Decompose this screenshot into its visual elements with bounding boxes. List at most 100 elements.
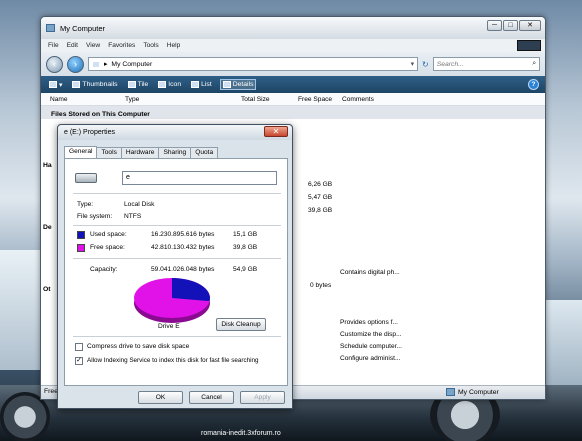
dialog-title: e (E:) Properties — [64, 129, 115, 136]
col-free-space[interactable]: Free Space — [298, 96, 332, 103]
view-thumbnails-label: Thumbnails — [82, 81, 118, 88]
thumbnails-icon — [72, 81, 81, 88]
col-type[interactable]: Type — [125, 96, 139, 103]
divider — [73, 336, 281, 337]
pie-used-slice — [172, 278, 210, 302]
menu-tools[interactable]: Tools — [143, 42, 158, 49]
status-right: My Computer — [458, 388, 499, 396]
comment-row-5: Configure administ... — [340, 355, 401, 362]
compress-label: Compress drive to save disk space — [87, 343, 190, 350]
search-icon[interactable]: ⌕ — [532, 60, 536, 68]
list-icon — [191, 81, 200, 88]
comment-row-4: Schedule computer... — [340, 343, 402, 350]
col-comments[interactable]: Comments — [342, 96, 374, 103]
windows-logo-icon — [517, 40, 541, 51]
capacity-bytes: 59.041.026.048 bytes — [151, 266, 215, 273]
apply-button[interactable]: Apply — [240, 391, 285, 404]
menu-view[interactable]: View — [86, 42, 100, 49]
used-space-label: Used space: — [90, 231, 127, 238]
compress-checkbox[interactable] — [75, 343, 83, 351]
type-label: Type: — [77, 201, 94, 208]
col-name[interactable]: Name — [50, 96, 68, 103]
close-button[interactable]: ✕ — [519, 20, 541, 31]
indexing-checkbox[interactable]: ✓ — [75, 357, 83, 365]
menu-edit[interactable]: Edit — [67, 42, 78, 49]
view-toolbar: ▾ Thumbnails Tile Icon List Details ? — [41, 76, 545, 93]
indexing-label: Allow Indexing Service to index this dis… — [87, 357, 259, 364]
address-field[interactable]: ▸ My Computer ▾ — [88, 57, 418, 71]
dialog-close-button[interactable]: ✕ — [264, 126, 288, 137]
type-value: Local Disk — [124, 201, 155, 208]
minimize-button[interactable]: ─ — [487, 20, 502, 31]
refresh-icon[interactable]: ↻ — [422, 60, 429, 69]
menu-favorites[interactable]: Favorites — [108, 42, 135, 49]
file-system-label: File system: — [77, 213, 113, 220]
properties-dialog: e (E:) Properties ✕ General Tools Hardwa… — [57, 124, 293, 409]
group-hard-disks-partial: Ha — [43, 162, 52, 169]
dialog-title-bar[interactable]: e (E:) Properties — [58, 125, 292, 140]
icon-view-icon — [158, 81, 167, 88]
view-details[interactable]: Details — [219, 79, 257, 90]
menu-help[interactable]: Help — [167, 42, 181, 49]
tile-icon — [127, 81, 136, 88]
tab-hardware[interactable]: Hardware — [120, 147, 160, 158]
capacity-label: Capacity: — [90, 266, 118, 273]
free-space-row-4: 0 bytes — [310, 282, 332, 289]
tab-sharing[interactable]: Sharing — [158, 147, 192, 158]
drive-name-input[interactable]: e — [122, 171, 277, 185]
details-icon — [222, 81, 231, 88]
tab-quota[interactable]: Quota — [190, 147, 219, 158]
disk-cleanup-button[interactable]: Disk Cleanup — [216, 318, 266, 331]
group-devices-partial: De — [43, 224, 52, 231]
used-space-gb: 15,1 GB — [233, 231, 258, 238]
drive-label: Drive E — [158, 323, 180, 330]
view-thumbnails[interactable]: Thumbnails — [70, 80, 119, 89]
free-space-row-2: 5,47 GB — [308, 194, 333, 201]
menu-file[interactable]: File — [48, 42, 59, 49]
col-total-size[interactable]: Total Size — [241, 96, 270, 103]
disk-usage-pie — [134, 278, 210, 323]
search-input[interactable]: Search... ⌕ — [432, 57, 540, 71]
view-tile-label: Tile — [137, 81, 149, 88]
help-icon[interactable]: ? — [528, 79, 539, 90]
free-space-bytes: 42.810.130.432 bytes — [151, 244, 215, 251]
view-details-label: Details — [232, 81, 254, 88]
ok-button[interactable]: OK — [138, 391, 183, 404]
address-bar: ‹ › ▸ My Computer ▾ ↻ Search... ⌕ — [41, 52, 545, 76]
free-space-row-1: 6,26 GB — [308, 181, 333, 188]
forward-button[interactable]: › — [67, 55, 84, 73]
computer-icon — [446, 388, 455, 396]
tab-general[interactable]: General — [64, 146, 98, 158]
view-tile[interactable]: Tile — [126, 80, 151, 89]
cancel-button[interactable]: Cancel — [189, 391, 234, 404]
view-icon[interactable]: Icon — [156, 80, 183, 89]
free-space-swatch — [77, 244, 85, 252]
divider — [73, 258, 281, 259]
view-icon-label: Icon — [168, 81, 182, 88]
tab-tools[interactable]: Tools — [96, 147, 122, 158]
chevron-down-icon[interactable]: ▾ — [411, 60, 417, 68]
group-files-stored: Files Stored on This Computer — [51, 111, 150, 118]
watermark-text: romania-inedit.3xforum.ro — [201, 430, 281, 437]
used-space-bytes: 16.230.895.616 bytes — [151, 231, 215, 238]
view-list[interactable]: List — [189, 80, 214, 89]
file-system-value: NTFS — [124, 213, 142, 220]
divider — [73, 225, 281, 226]
used-space-swatch — [77, 231, 85, 239]
dialog-tabs: General Tools Hardware Sharing Quota — [64, 146, 219, 158]
comment-row-3: Customize the disp... — [340, 331, 402, 338]
title-bar[interactable]: My Computer ─ □ ✕ — [41, 17, 545, 39]
view-list-label: List — [201, 81, 212, 88]
back-button[interactable]: ‹ — [46, 55, 63, 73]
maximize-button[interactable]: □ — [503, 20, 518, 31]
column-headers: Name Type Total Size Free Space Comments — [41, 93, 545, 106]
group-other-partial: Ot — [43, 286, 51, 293]
views-menu-icon[interactable]: ▾ — [47, 80, 64, 90]
comment-row-1: Contains digital ph... — [340, 269, 400, 276]
computer-icon — [92, 60, 100, 68]
divider — [73, 193, 281, 194]
address-value: My Computer — [111, 60, 153, 68]
capacity-gb: 54,9 GB — [233, 266, 258, 273]
views-icon — [49, 81, 57, 88]
address-sep-icon: ▸ — [104, 61, 108, 68]
